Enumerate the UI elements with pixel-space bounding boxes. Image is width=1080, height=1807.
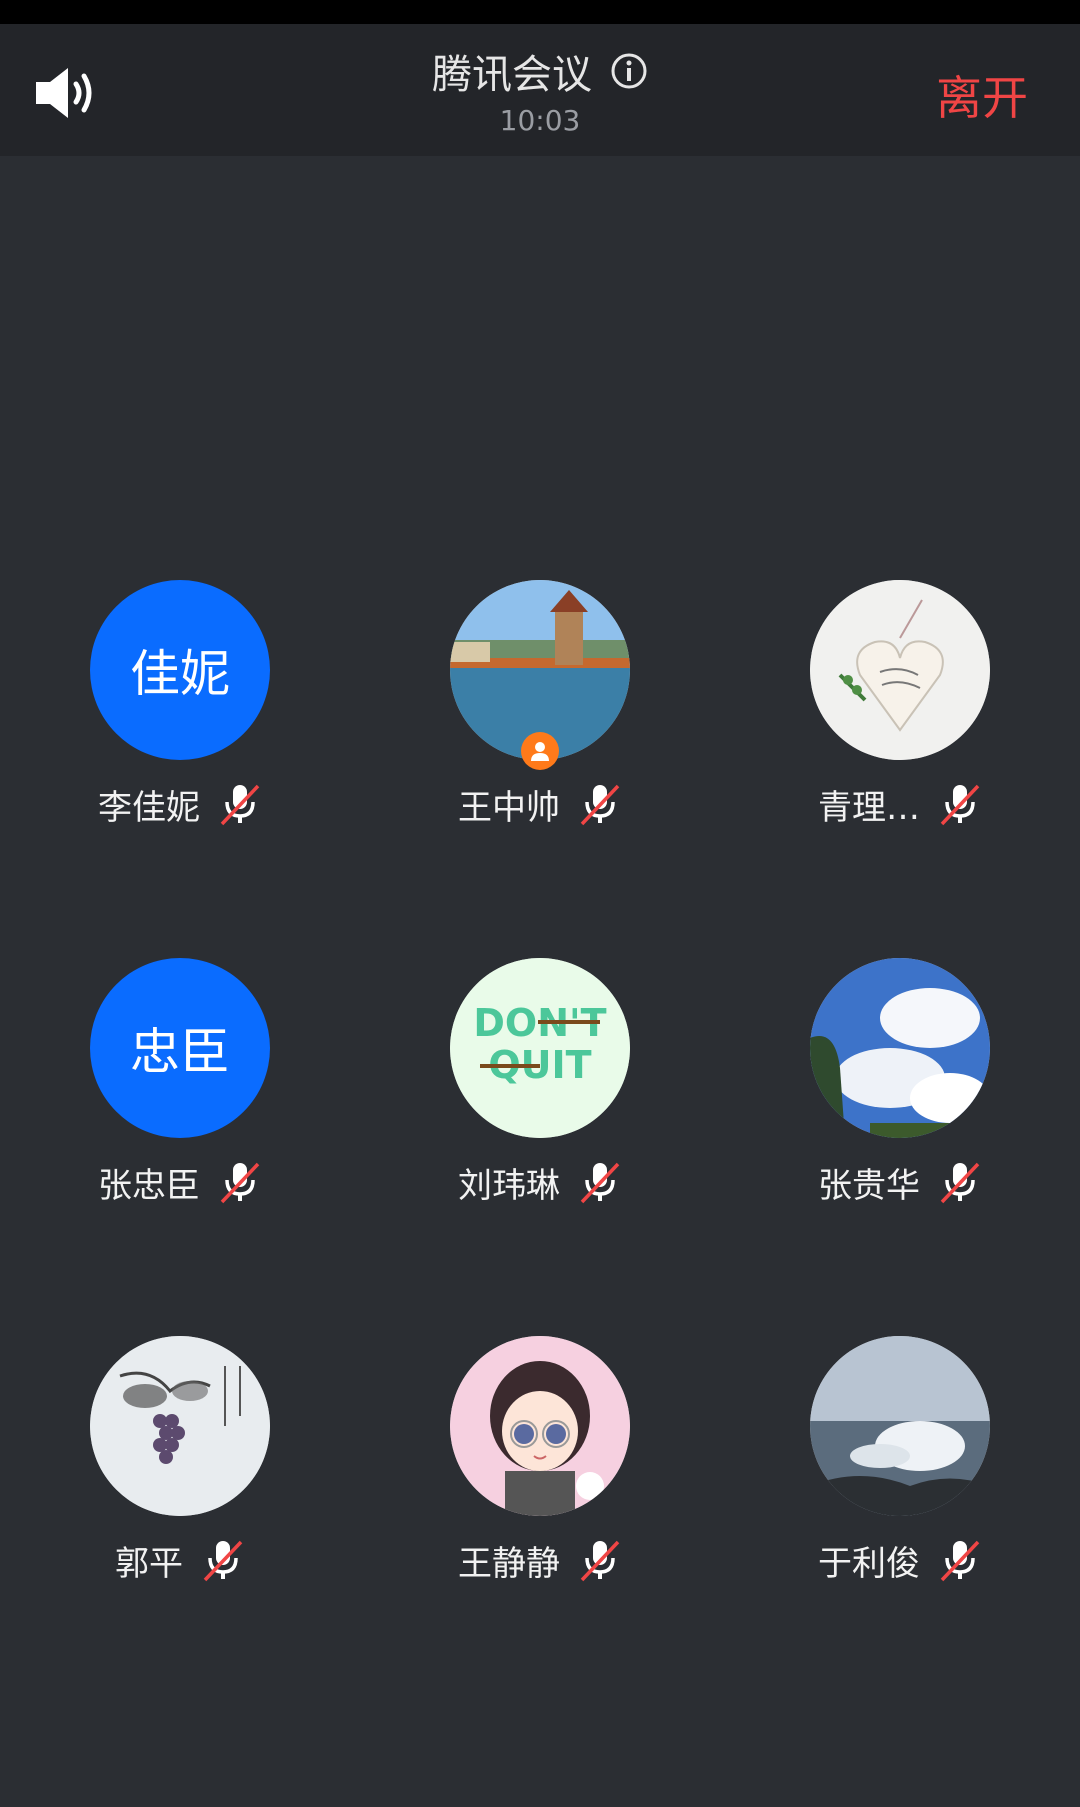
avatar	[90, 1336, 270, 1516]
host-badge-icon	[521, 732, 559, 770]
title-area: 腾讯会议	[0, 42, 1080, 100]
participant-tile[interactable]: 张贵华	[720, 958, 1080, 1258]
participant-name: 李佳妮	[98, 788, 200, 828]
heart-card-photo	[810, 580, 990, 760]
avatar: DON'T QUIT	[450, 958, 630, 1138]
avatar-initials: 佳妮	[130, 645, 230, 703]
participant-name: 王静静	[458, 1544, 560, 1584]
ink-grapes-photo	[90, 1336, 270, 1516]
participant-name: 刘玮琳	[458, 1166, 560, 1206]
status-bar	[0, 0, 1080, 24]
mic-muted-icon	[940, 1162, 980, 1203]
participant-name: 郭平	[115, 1544, 183, 1584]
mic-muted-icon	[940, 784, 980, 825]
cartoon-girl-photo	[450, 1336, 630, 1516]
avatar	[810, 580, 990, 760]
mic-muted-icon	[580, 784, 620, 825]
dont-quit-photo: DON'T QUIT	[450, 958, 630, 1138]
avatar: 忠臣	[90, 958, 270, 1138]
leave-button[interactable]: 离开	[936, 62, 1028, 128]
participant-tile[interactable]: 佳妮 李佳妮	[0, 580, 360, 880]
avatar	[810, 958, 990, 1138]
sea-wave-photo	[810, 1336, 990, 1516]
participant-name: 张忠臣	[98, 1166, 200, 1206]
avatar-initials: 忠臣	[130, 1023, 230, 1081]
mic-muted-icon	[220, 1162, 260, 1203]
meeting-header: 腾讯会议 10:03 离开	[0, 24, 1080, 156]
participant-name: 青理…	[818, 788, 920, 828]
participant-name: 张贵华	[818, 1166, 920, 1206]
avatar	[810, 1336, 990, 1516]
participant-name: 王中帅	[458, 788, 560, 828]
mic-muted-icon	[940, 1540, 980, 1581]
participant-tile[interactable]: 于利俊	[720, 1336, 1080, 1636]
mic-muted-icon	[580, 1162, 620, 1203]
participant-tile[interactable]: 王静静	[360, 1336, 720, 1636]
participant-name: 于利俊	[818, 1544, 920, 1584]
meeting-title: 腾讯会议	[432, 52, 592, 98]
avatar: 佳妮	[90, 580, 270, 760]
participant-tile[interactable]: 王中帅	[360, 580, 720, 880]
mic-muted-icon	[203, 1540, 243, 1581]
participant-tile[interactable]: 青理…	[720, 580, 1080, 880]
participant-tile[interactable]: 忠臣 张忠臣	[0, 958, 360, 1258]
mic-muted-icon	[580, 1540, 620, 1581]
participant-tile[interactable]: DON'T QUIT 刘玮琳	[360, 958, 720, 1258]
participant-tile[interactable]: 郭平	[0, 1336, 360, 1636]
avatar	[450, 1336, 630, 1516]
mic-muted-icon	[220, 784, 260, 825]
info-icon[interactable]	[610, 52, 648, 90]
sky-clouds-photo	[810, 958, 990, 1138]
meeting-time: 10:03	[499, 104, 581, 137]
